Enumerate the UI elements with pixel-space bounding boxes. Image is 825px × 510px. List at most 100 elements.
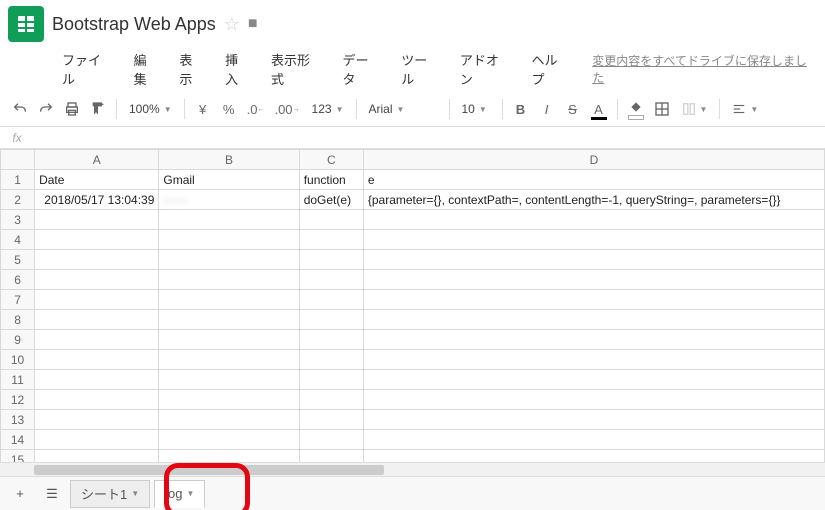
cell[interactable]: e: [363, 170, 824, 190]
cell[interactable]: [35, 270, 159, 290]
cell[interactable]: [363, 350, 824, 370]
cell[interactable]: [159, 350, 299, 370]
cell[interactable]: [363, 370, 824, 390]
cell[interactable]: [159, 290, 299, 310]
menu-file[interactable]: ファイル: [52, 46, 124, 92]
font-select[interactable]: Arial▼: [363, 96, 443, 122]
select-all-corner[interactable]: [1, 150, 35, 170]
cell[interactable]: [159, 310, 299, 330]
cell[interactable]: [159, 330, 299, 350]
cell[interactable]: doGet(e): [299, 190, 363, 210]
merge-cells-button[interactable]: ▼: [676, 96, 714, 122]
formula-input[interactable]: [34, 131, 825, 145]
cell[interactable]: [299, 270, 363, 290]
cell[interactable]: [363, 290, 824, 310]
currency-button[interactable]: ¥: [191, 96, 215, 122]
sheet-tab-sheet1[interactable]: シート1▼: [70, 480, 150, 508]
row-header[interactable]: 15: [1, 450, 35, 463]
cell[interactable]: [299, 290, 363, 310]
cell[interactable]: [159, 450, 299, 463]
cell[interactable]: [299, 410, 363, 430]
cell[interactable]: [299, 230, 363, 250]
cell[interactable]: {parameter={}, contextPath=, contentLeng…: [363, 190, 824, 210]
horizontal-align-button[interactable]: ▼: [726, 96, 764, 122]
cell[interactable]: [35, 330, 159, 350]
print-icon[interactable]: [60, 96, 84, 122]
cell[interactable]: [363, 310, 824, 330]
cell[interactable]: [35, 230, 159, 250]
row-header[interactable]: 10: [1, 350, 35, 370]
cell[interactable]: [363, 210, 824, 230]
strikethrough-button[interactable]: S: [561, 96, 585, 122]
text-color-button[interactable]: A: [587, 96, 611, 122]
cell[interactable]: [363, 410, 824, 430]
menu-help[interactable]: ヘルプ: [522, 46, 581, 92]
cell[interactable]: [299, 350, 363, 370]
menu-tools[interactable]: ツール: [391, 46, 450, 92]
cell[interactable]: [363, 430, 824, 450]
cell[interactable]: [363, 330, 824, 350]
cell[interactable]: [299, 370, 363, 390]
cell[interactable]: [299, 310, 363, 330]
cell[interactable]: [159, 230, 299, 250]
menu-data[interactable]: データ: [333, 46, 392, 92]
dec-decrease-button[interactable]: .0←: [243, 96, 269, 122]
cell[interactable]: [159, 270, 299, 290]
row-header[interactable]: 8: [1, 310, 35, 330]
cell[interactable]: [299, 330, 363, 350]
cell[interactable]: ——: [159, 190, 299, 210]
cell[interactable]: [35, 310, 159, 330]
undo-icon[interactable]: [8, 96, 32, 122]
cell[interactable]: [35, 390, 159, 410]
col-header-B[interactable]: B: [159, 150, 299, 170]
menu-insert[interactable]: 挿入: [215, 46, 261, 92]
cell[interactable]: [159, 430, 299, 450]
paint-format-icon[interactable]: [86, 96, 110, 122]
fill-color-button[interactable]: [624, 96, 648, 122]
cell[interactable]: [363, 450, 824, 463]
cell[interactable]: [35, 290, 159, 310]
horizontal-scrollbar[interactable]: [0, 462, 825, 476]
all-sheets-button[interactable]: ☰: [38, 481, 66, 507]
bold-button[interactable]: B: [509, 96, 533, 122]
menu-view[interactable]: 表示: [169, 46, 215, 92]
cell[interactable]: [35, 210, 159, 230]
doc-title[interactable]: Bootstrap Web Apps: [52, 14, 216, 35]
cell[interactable]: [299, 390, 363, 410]
menu-addons[interactable]: アドオン: [450, 46, 522, 92]
cell[interactable]: [35, 430, 159, 450]
cell[interactable]: [159, 390, 299, 410]
cell[interactable]: [159, 250, 299, 270]
col-header-D[interactable]: D: [363, 150, 824, 170]
font-size-select[interactable]: 10▼: [456, 96, 496, 122]
cell[interactable]: [299, 450, 363, 463]
cell[interactable]: 2018/05/17 13:04:39: [35, 190, 159, 210]
cell[interactable]: [299, 210, 363, 230]
cell[interactable]: [363, 230, 824, 250]
cell[interactable]: [363, 270, 824, 290]
redo-icon[interactable]: [34, 96, 58, 122]
star-icon[interactable]: ☆: [224, 14, 240, 35]
row-header[interactable]: 1: [1, 170, 35, 190]
cell[interactable]: [35, 370, 159, 390]
cell[interactable]: Date: [35, 170, 159, 190]
cell[interactable]: [299, 430, 363, 450]
cell[interactable]: [159, 210, 299, 230]
cell[interactable]: Gmail: [159, 170, 299, 190]
col-header-C[interactable]: C: [299, 150, 363, 170]
row-header[interactable]: 3: [1, 210, 35, 230]
row-header[interactable]: 9: [1, 330, 35, 350]
menu-format[interactable]: 表示形式: [261, 46, 333, 92]
add-sheet-button[interactable]: +: [6, 481, 34, 507]
save-status[interactable]: 変更内容をすべてドライブに保存しました: [592, 52, 817, 86]
percent-button[interactable]: %: [217, 96, 241, 122]
row-header[interactable]: 4: [1, 230, 35, 250]
cell[interactable]: [363, 390, 824, 410]
row-header[interactable]: 2: [1, 190, 35, 210]
cell[interactable]: [363, 250, 824, 270]
zoom-select[interactable]: 100%▼: [123, 96, 178, 122]
menu-edit[interactable]: 編集: [124, 46, 170, 92]
row-header[interactable]: 6: [1, 270, 35, 290]
italic-button[interactable]: I: [535, 96, 559, 122]
dec-increase-button[interactable]: .00→: [270, 96, 303, 122]
